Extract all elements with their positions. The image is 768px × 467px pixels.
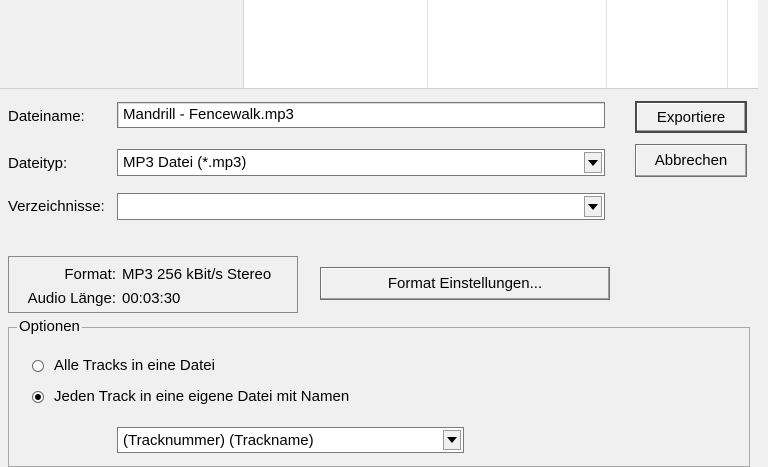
radio-each-track[interactable]: Jeden Track in eine eigene Datei mit Nam…	[32, 388, 349, 405]
naming-pattern-select[interactable]: (Tracknummer) (Trackname)	[117, 427, 464, 453]
radio-all-tracks[interactable]: Alle Tracks in eine Datei	[32, 357, 215, 374]
chevron-down-icon	[588, 159, 598, 166]
format-info-panel: Format: MP3 256 kBit/s Stereo Audio Läng…	[8, 256, 298, 313]
audio-length-value: 00:03:30	[122, 290, 181, 307]
dropdown-button[interactable]	[443, 430, 461, 450]
radio-all-tracks-label: Alle Tracks in eine Datei	[54, 357, 215, 374]
column-divider[interactable]	[427, 0, 428, 88]
cancel-button[interactable]: Abbrechen	[635, 144, 747, 177]
radio-each-track-label: Jeden Track in eine eigene Datei mit Nam…	[54, 388, 350, 405]
format-settings-button[interactable]: Format Einstellungen...	[320, 267, 610, 300]
format-label: Format:	[64, 266, 116, 283]
directories-select[interactable]	[117, 193, 605, 220]
chevron-down-icon	[447, 437, 457, 443]
directories-label: Verzeichnisse:	[8, 198, 105, 215]
radio-selected-dot	[35, 393, 41, 400]
radio-button[interactable]	[32, 359, 44, 372]
filetype-label: Dateityp:	[8, 155, 68, 172]
column-divider[interactable]	[727, 0, 728, 88]
filetype-select[interactable]: MP3 Datei (*.mp3)	[117, 149, 605, 176]
filename-input[interactable]: Mandrill - Fencewalk.mp3	[117, 102, 605, 128]
chevron-down-icon	[588, 203, 598, 210]
export-button[interactable]: Exportiere	[635, 101, 747, 133]
dropdown-button[interactable]	[584, 196, 602, 217]
folder-pane[interactable]	[0, 0, 244, 88]
filename-label: Dateiname:	[8, 108, 85, 125]
dropdown-button[interactable]	[584, 152, 602, 173]
naming-pattern-value: (Tracknummer) (Trackname)	[123, 432, 314, 449]
radio-button[interactable]	[32, 390, 44, 403]
options-title: Optionen	[17, 318, 82, 335]
audio-length-label: Audio Länge:	[27, 290, 116, 307]
column-divider[interactable]	[606, 0, 607, 88]
format-value: MP3 256 kBit/s Stereo	[122, 266, 272, 283]
filetype-select-value: MP3 Datei (*.mp3)	[123, 154, 247, 171]
